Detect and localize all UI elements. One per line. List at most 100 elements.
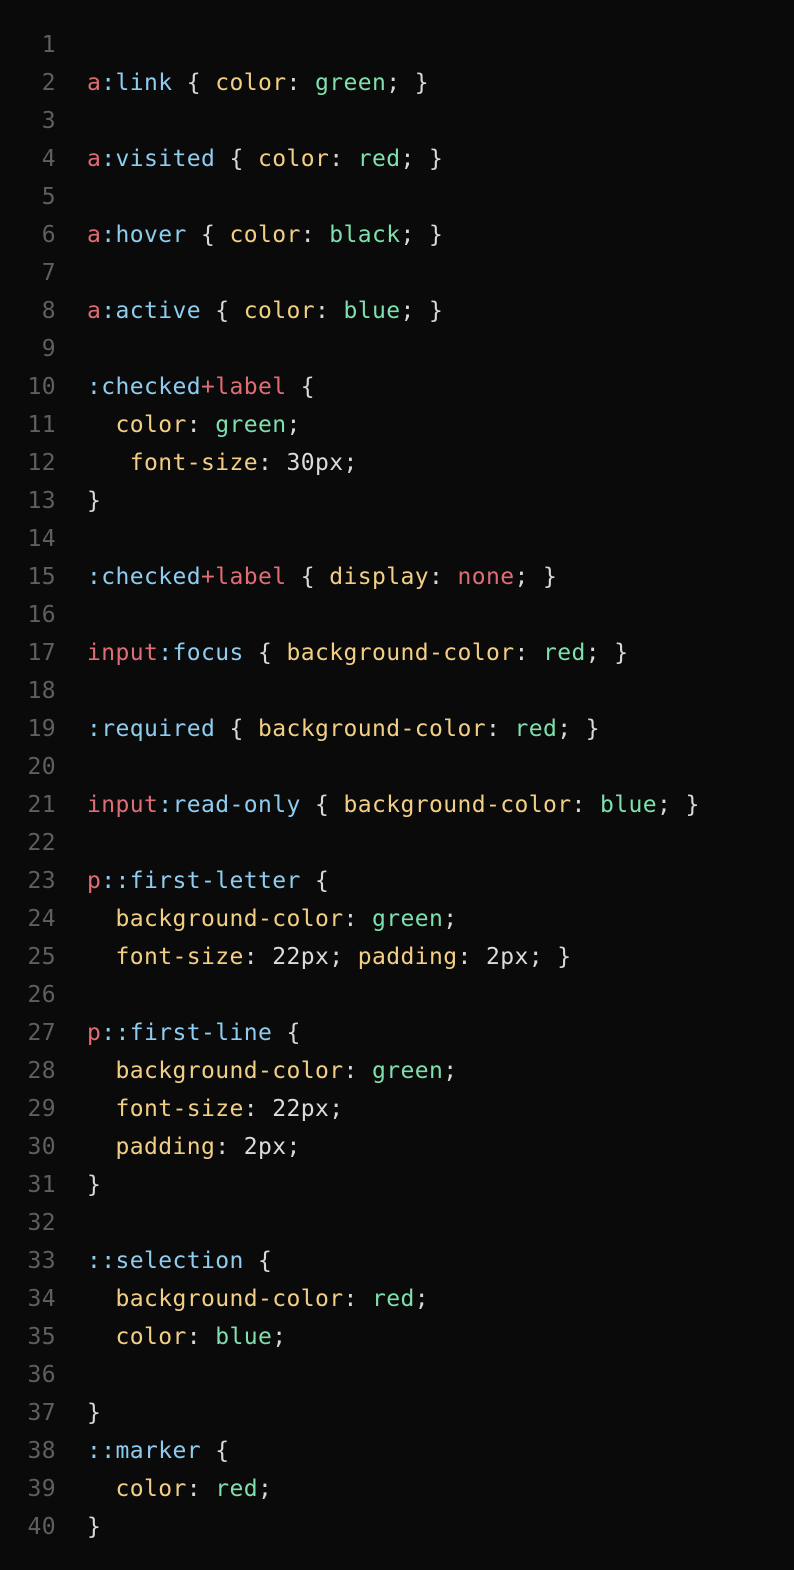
code-line[interactable]: 36 bbox=[0, 1356, 794, 1394]
token-pseudo: :visited bbox=[101, 146, 216, 172]
code-line[interactable]: 39 color: red; bbox=[0, 1470, 794, 1508]
code-line[interactable]: 7 bbox=[0, 254, 794, 292]
line-number: 25 bbox=[27, 944, 56, 970]
line-number: 22 bbox=[27, 830, 56, 856]
code-line[interactable]: 1 bbox=[0, 26, 794, 64]
line-text: color: blue; bbox=[87, 1318, 794, 1356]
line-number: 9 bbox=[41, 336, 56, 362]
line-number: 37 bbox=[27, 1400, 56, 1426]
line-number: 10 bbox=[27, 374, 56, 400]
code-line[interactable]: 20 bbox=[0, 748, 794, 786]
line-number: 14 bbox=[27, 526, 56, 552]
code-line[interactable]: 34 background-color: red; bbox=[0, 1280, 794, 1318]
line-text: input:focus { background-color: red; } bbox=[87, 634, 794, 672]
token-punc: ; bbox=[343, 450, 358, 476]
token-punc: ; } bbox=[585, 640, 629, 666]
code-line[interactable]: 15:checked+label { display: none; } bbox=[0, 558, 794, 596]
line-text bbox=[87, 1356, 794, 1394]
code-line[interactable]: 31} bbox=[0, 1166, 794, 1204]
token-tag: input bbox=[87, 792, 159, 818]
line-number: 24 bbox=[27, 906, 56, 932]
code-line[interactable]: 26 bbox=[0, 976, 794, 1014]
code-line[interactable]: 30 padding: 2px; bbox=[0, 1128, 794, 1166]
line-text bbox=[87, 748, 794, 786]
code-line[interactable]: 11 color: green; bbox=[0, 406, 794, 444]
code-line[interactable]: 21 input:read-only { background-color: bl… bbox=[0, 786, 794, 824]
line-text bbox=[87, 824, 794, 862]
code-line[interactable]: 8 a:active { color: blue; } bbox=[0, 292, 794, 330]
token-punc: : bbox=[300, 222, 330, 248]
token-val: red bbox=[371, 1286, 415, 1312]
code-line[interactable]: 17 input:focus { background-color: red; } bbox=[0, 634, 794, 672]
token-punc: : bbox=[343, 906, 372, 932]
token-tag: a bbox=[87, 298, 102, 324]
token-punc: ; bbox=[329, 944, 358, 970]
token-val: black bbox=[329, 222, 401, 248]
token-val: blue bbox=[215, 1324, 273, 1350]
line-number: 20 bbox=[27, 754, 56, 780]
code-line[interactable]: 35 color: blue; bbox=[0, 1318, 794, 1356]
code-line[interactable]: 23 p::first-letter { bbox=[0, 862, 794, 900]
line-text: font-size: 22px; bbox=[87, 1090, 794, 1128]
token-val: red bbox=[357, 146, 401, 172]
token-tag: input bbox=[87, 640, 159, 666]
code-line[interactable]: 19:required { background-color: red; } bbox=[0, 710, 794, 748]
line-number: 15 bbox=[27, 564, 56, 590]
line-number: 8 bbox=[41, 298, 56, 324]
token-punc: ; } bbox=[557, 716, 600, 742]
token-punc: : bbox=[571, 792, 600, 818]
token-prop: font-size bbox=[115, 1096, 244, 1122]
code-line[interactable]: 38::marker { bbox=[0, 1432, 794, 1470]
token-val: blue bbox=[599, 792, 657, 818]
code-line[interactable]: 14 bbox=[0, 520, 794, 558]
token-punc: { bbox=[272, 1020, 301, 1046]
code-line[interactable]: 2 a:link { color: green; } bbox=[0, 64, 794, 102]
line-text: } bbox=[87, 1166, 794, 1204]
token-val: blue bbox=[343, 298, 401, 324]
line-text: font-size: 22px; padding: 2px; } bbox=[87, 938, 794, 976]
line-number: 32 bbox=[27, 1210, 56, 1236]
token-punc: { bbox=[186, 222, 230, 248]
line-number: 4 bbox=[41, 146, 56, 172]
token-punc: : bbox=[243, 944, 273, 970]
code-line[interactable]: 3 bbox=[0, 102, 794, 140]
code-line[interactable]: 12 font-size: 30px; bbox=[0, 444, 794, 482]
code-line[interactable]: 4 a:visited { color: red; } bbox=[0, 140, 794, 178]
code-line[interactable]: 37} bbox=[0, 1394, 794, 1432]
token-tag: p bbox=[87, 868, 102, 894]
line-text bbox=[87, 976, 794, 1014]
line-text: background-color: green; bbox=[87, 900, 794, 938]
code-area[interactable]: 1 2 a:link { color: green; } 3 4 a:visited { … bbox=[0, 26, 794, 1546]
token-punc: } bbox=[87, 1400, 102, 1426]
code-line[interactable]: 27 p::first-line { bbox=[0, 1014, 794, 1052]
line-number: 27 bbox=[27, 1020, 56, 1046]
code-line[interactable]: 25 font-size: 22px; padding: 2px; } bbox=[0, 938, 794, 976]
token-punc bbox=[87, 1096, 116, 1122]
code-line[interactable]: 13} bbox=[0, 482, 794, 520]
code-editor[interactable]: 1 2 a:link { color: green; } 3 4 a:visited { … bbox=[0, 0, 794, 1570]
code-line[interactable]: 32 bbox=[0, 1204, 794, 1242]
token-punc: ; } bbox=[656, 792, 700, 818]
code-line[interactable]: 9 bbox=[0, 330, 794, 368]
token-punc: : bbox=[186, 1324, 216, 1350]
token-val: green bbox=[371, 1058, 444, 1084]
token-prop: color bbox=[115, 1476, 187, 1502]
code-line[interactable]: 22 bbox=[0, 824, 794, 862]
line-text: color: green; bbox=[87, 406, 794, 444]
code-line[interactable]: 16 bbox=[0, 596, 794, 634]
code-line[interactable]: 40} bbox=[0, 1508, 794, 1546]
code-line[interactable]: 10:checked+label { bbox=[0, 368, 794, 406]
code-line[interactable]: 18 bbox=[0, 672, 794, 710]
code-line[interactable]: 5 bbox=[0, 178, 794, 216]
code-line[interactable]: 29 font-size: 22px; bbox=[0, 1090, 794, 1128]
code-line[interactable]: 6 a:hover { color: black; } bbox=[0, 216, 794, 254]
token-punc: ; bbox=[443, 1058, 458, 1084]
line-number: 33 bbox=[27, 1248, 56, 1274]
code-line[interactable]: 24 background-color: green; bbox=[0, 900, 794, 938]
code-line[interactable]: 33::selection { bbox=[0, 1242, 794, 1280]
token-punc: : bbox=[329, 146, 358, 172]
code-line[interactable]: 28 background-color: green; bbox=[0, 1052, 794, 1090]
token-punc bbox=[87, 1324, 116, 1350]
token-prop: background-color bbox=[286, 640, 515, 666]
token-punc: : bbox=[485, 716, 515, 742]
